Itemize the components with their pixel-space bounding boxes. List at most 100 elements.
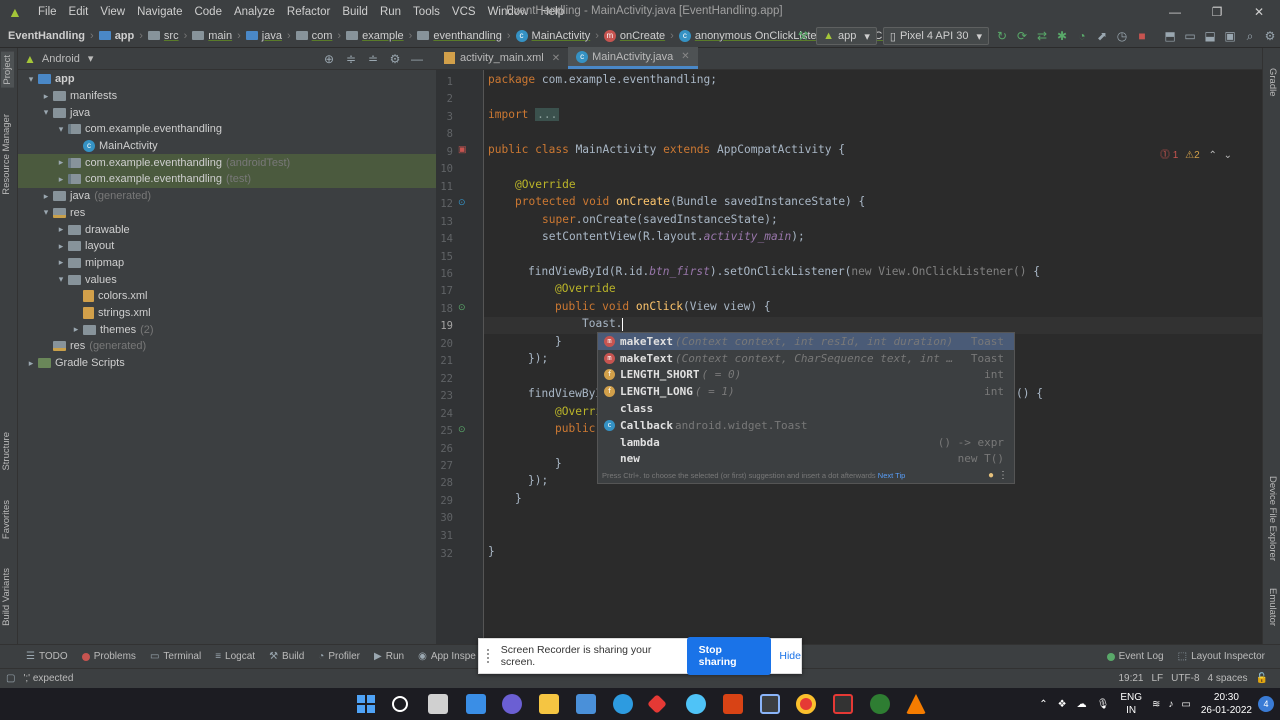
collapse-all-icon[interactable]: ≐ <box>362 52 384 66</box>
tool-app-inspection[interactable]: ◉ App Inspe <box>411 651 483 662</box>
breadcrumb-oncreate[interactable]: m onCreate <box>601 29 668 42</box>
completion-item[interactable]: class <box>598 400 1014 417</box>
completion-item[interactable]: lambda () -> expr <box>598 434 1014 451</box>
tree-item[interactable]: ▸ drawable <box>18 221 436 238</box>
language-indicator[interactable]: ENG IN <box>1120 691 1142 717</box>
device-manager-icon[interactable]: ▣ <box>1220 29 1240 43</box>
chrome-icon[interactable] <box>796 694 816 714</box>
app-icon-green[interactable] <box>870 694 890 714</box>
completion-item[interactable]: m makeText (Context context, int resId, in… <box>598 333 1014 350</box>
debug-icon[interactable]: ✱ <box>1052 29 1072 43</box>
store-icon[interactable] <box>576 694 596 714</box>
menu-view[interactable]: View <box>94 6 131 18</box>
completion-item[interactable]: m makeText (Context context, CharSequence … <box>598 350 1014 367</box>
tree-item[interactable]: ▸ com.example.eventhandling (androidTest) <box>18 154 436 172</box>
apply-changes-icon[interactable]: ⟳ <box>1012 29 1032 43</box>
settings-icon[interactable]: ⚙ <box>1260 29 1280 43</box>
edge-browser-icon[interactable] <box>613 694 633 714</box>
tab-emulator[interactable]: Emulator <box>1267 588 1278 626</box>
tree-item[interactable]: ▾ com.example.eventhandling <box>18 121 436 138</box>
override-icon[interactable]: ⊙ <box>458 424 466 435</box>
chevron-down-icon[interactable]: ▾ <box>39 107 53 118</box>
chevron-down-icon[interactable]: ▾ <box>39 207 53 218</box>
chevron-right-icon[interactable]: ▸ <box>54 241 68 252</box>
tree-item[interactable]: ▸ themes (2) <box>18 321 436 338</box>
tree-item[interactable]: ▾ values <box>18 271 436 288</box>
breadcrumb-example[interactable]: example <box>343 30 407 42</box>
office-icon[interactable] <box>723 694 743 714</box>
vlc-icon[interactable] <box>906 694 926 714</box>
chevron-right-icon[interactable]: ▸ <box>54 174 68 185</box>
chevron-down-icon[interactable]: ▾ <box>24 74 38 85</box>
tree-item[interactable]: c MainActivity <box>18 138 436 155</box>
rerun-icon[interactable]: ↻ <box>992 29 1012 43</box>
chevron-right-icon[interactable]: ▸ <box>24 358 38 369</box>
expand-all-icon[interactable]: ≑ <box>340 52 362 66</box>
file-explorer-icon[interactable] <box>539 694 559 714</box>
caret-position[interactable]: 19:21 <box>1114 673 1147 684</box>
completion-item[interactable]: f LENGTH_LONG( = 1) int <box>598 383 1014 400</box>
chevron-right-icon[interactable]: ▸ <box>39 91 53 102</box>
lock-icon[interactable]: 🔓 <box>1252 673 1272 684</box>
app-icon-red-diamond[interactable] <box>647 694 667 714</box>
volume-icon[interactable]: ♪ <box>1168 699 1173 710</box>
run-config-dropdown[interactable]: ▲ app ▾ <box>816 27 877 45</box>
breadcrumb-java[interactable]: java <box>243 30 285 42</box>
lightbulb-icon[interactable]: ● <box>988 470 994 481</box>
chevron-right-icon[interactable]: ▸ <box>54 224 68 235</box>
tab-favorites[interactable]: Favorites <box>1 500 12 539</box>
breadcrumb-com[interactable]: com <box>293 30 336 42</box>
menu-edit[interactable]: Edit <box>63 6 95 18</box>
chevron-right-icon[interactable]: ▸ <box>54 157 68 168</box>
breadcrumb-module[interactable]: app <box>96 30 138 42</box>
tree-item[interactable]: ▾ app <box>18 71 436 88</box>
tab-device-file-explorer[interactable]: Device File Explorer <box>1267 476 1278 561</box>
tool-terminal[interactable]: ▭ Terminal <box>143 651 208 662</box>
tree-item[interactable]: ▾ java <box>18 104 436 121</box>
search-icon[interactable] <box>392 696 408 712</box>
tab-structure[interactable]: Structure <box>1 432 12 471</box>
class-hierarchy-icon[interactable]: ▣ <box>458 144 467 155</box>
clock[interactable]: 20:30 26-01-2022 <box>1201 691 1252 717</box>
menu-navigate[interactable]: Navigate <box>131 6 188 18</box>
tab-resource-manager[interactable]: Resource Manager <box>1 114 12 195</box>
tree-item[interactable]: ▸ com.example.eventhandling (test) <box>18 171 436 188</box>
minimize-icon[interactable]: — <box>1154 0 1196 24</box>
hide-button[interactable]: Hide <box>779 650 801 662</box>
chevron-down-icon[interactable]: ⌄ <box>1224 150 1232 161</box>
tab-gradle[interactable]: Gradle <box>1267 68 1278 97</box>
android-studio-taskbar-icon[interactable] <box>760 694 780 714</box>
menu-file[interactable]: File <box>32 6 63 18</box>
next-tip-link[interactable]: Next Tip <box>878 471 906 480</box>
tree-item[interactable]: ▸ manifests <box>18 88 436 105</box>
breadcrumb-eventhandling[interactable]: eventhandling <box>414 30 505 42</box>
close-tab-icon[interactable]: ✕ <box>552 53 560 64</box>
search-icon[interactable]: ⌕ <box>1240 29 1260 44</box>
tab-mainactivity-java[interactable]: c MainActivity.java ✕ <box>568 47 698 69</box>
notification-badge[interactable]: 4 <box>1258 696 1274 712</box>
tool-event-log[interactable]: Event Log <box>1100 651 1171 662</box>
file-encoding[interactable]: UTF-8 <box>1167 673 1203 684</box>
tree-item[interactable]: colors.xml <box>18 288 436 305</box>
menu-refactor[interactable]: Refactor <box>281 6 336 18</box>
tab-build-variants[interactable]: Build Variants <box>1 568 12 626</box>
windows-start-icon[interactable] <box>356 694 376 714</box>
chevron-down-icon[interactable]: ▾ <box>54 124 68 135</box>
menu-run[interactable]: Run <box>374 6 407 18</box>
profile-icon[interactable]: ◔ <box>1072 29 1092 43</box>
menu-vcs[interactable]: VCS <box>446 6 482 18</box>
breadcrumb-src[interactable]: src <box>145 30 182 42</box>
breadcrumb-mainactivity[interactable]: c MainActivity <box>513 29 594 42</box>
sync-icon[interactable]: ⬒ <box>1160 29 1180 43</box>
chevron-down-icon[interactable]: ▾ <box>54 274 68 285</box>
close-icon[interactable]: ✕ <box>1238 0 1280 24</box>
tool-profiler[interactable]: ◔ Profiler <box>311 651 367 662</box>
line-separator[interactable]: LF <box>1148 673 1168 684</box>
stop-sharing-button[interactable]: Stop sharing <box>686 637 772 675</box>
chevron-up-icon[interactable]: ⌃ <box>1039 699 1047 710</box>
menu-tools[interactable]: Tools <box>407 6 446 18</box>
tool-problems[interactable]: Problems <box>75 651 143 662</box>
folded-imports[interactable]: ... <box>535 108 560 121</box>
tree-item[interactable]: ▸ java (generated) <box>18 188 436 205</box>
app-icon-colorful[interactable] <box>686 694 706 714</box>
